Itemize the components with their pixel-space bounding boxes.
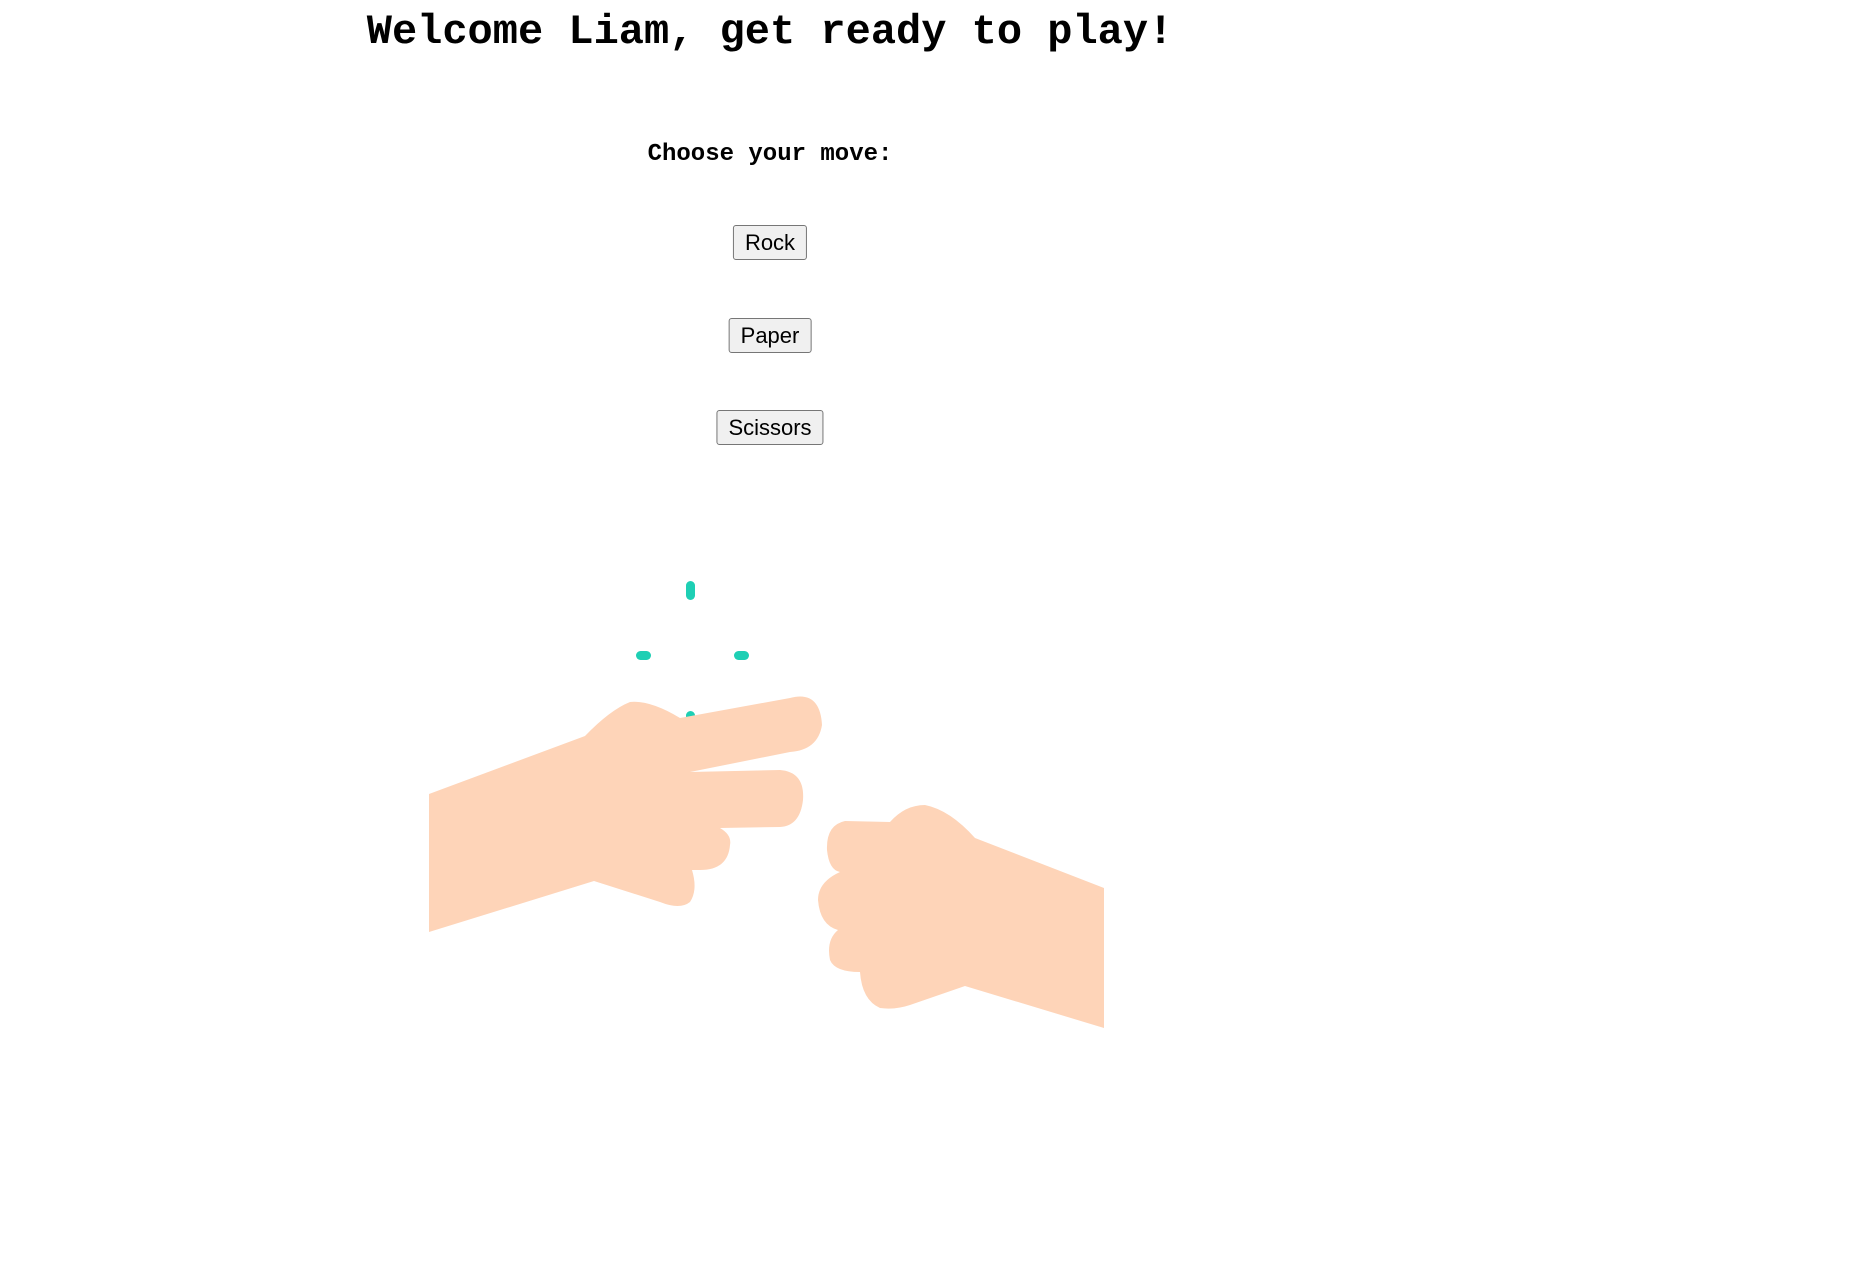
game-page: Welcome Liam, get ready to play! Choose … — [0, 0, 1540, 1288]
hands-icon — [429, 581, 1104, 1028]
right-hand-rock — [818, 805, 1104, 1028]
rock-button[interactable]: Rock — [732, 225, 808, 260]
page-title: Welcome Liam, get ready to play! — [366, 8, 1174, 56]
left-hand-scissors — [429, 696, 822, 932]
scissors-button[interactable]: Scissors — [716, 410, 824, 445]
move-prompt: Choose your move: — [647, 141, 893, 168]
paper-button[interactable]: Paper — [728, 318, 812, 353]
